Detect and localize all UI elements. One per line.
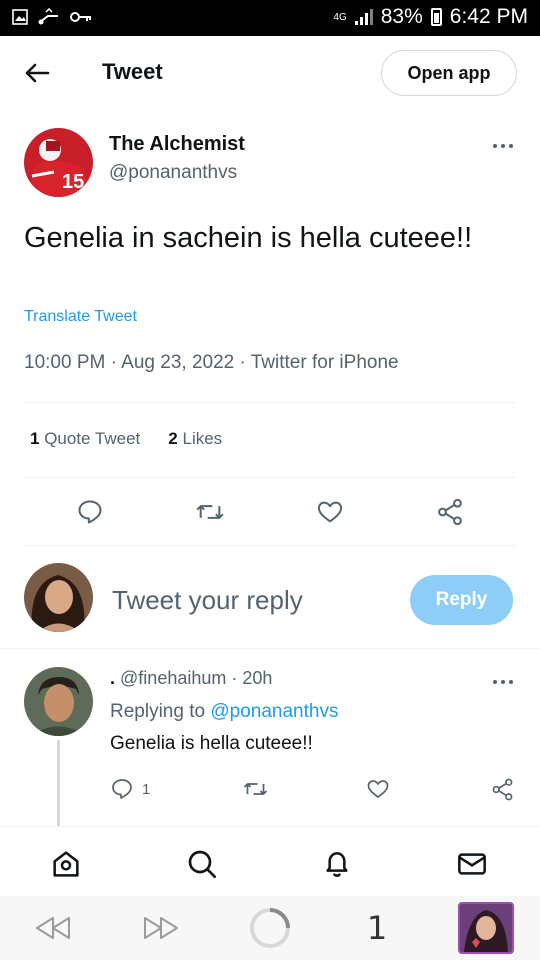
more-dot bbox=[509, 680, 513, 684]
signal-icon bbox=[354, 9, 373, 25]
reply-input[interactable]: Tweet your reply bbox=[112, 585, 303, 616]
loading-spinner-icon bbox=[250, 908, 290, 948]
tweet-action-bar bbox=[0, 494, 540, 530]
reply-icon bbox=[78, 500, 102, 524]
quote-tweets-link[interactable]: 1 Quote Tweet bbox=[30, 429, 140, 449]
reply-more-button[interactable] bbox=[488, 675, 518, 689]
browser-tabs-button[interactable]: 1 bbox=[360, 908, 394, 948]
browser-reload-button[interactable] bbox=[248, 908, 292, 948]
gallery-notification-icon bbox=[12, 9, 28, 25]
status-bar: 4G 83% 6:42 PM bbox=[0, 0, 540, 36]
quote-label: Quote Tweet bbox=[44, 429, 141, 448]
nav-explore[interactable] bbox=[185, 847, 219, 881]
divider bbox=[24, 545, 516, 546]
author-handle[interactable]: @ponananthvs bbox=[109, 162, 237, 184]
divider bbox=[24, 402, 516, 403]
key-notification-icon bbox=[70, 12, 91, 22]
battery-icon bbox=[430, 8, 442, 26]
author-name[interactable]: The Alchemist bbox=[109, 133, 245, 156]
bottom-nav bbox=[0, 826, 540, 896]
share-action[interactable] bbox=[432, 494, 468, 530]
rewind-icon bbox=[36, 917, 70, 939]
reply-author-line[interactable]: . @finehaihum · 20h bbox=[110, 668, 272, 689]
reply-button[interactable]: Reply bbox=[410, 575, 513, 625]
clock: 6:42 PM bbox=[449, 5, 528, 28]
network-type: 4G bbox=[333, 11, 347, 23]
retweet-icon bbox=[196, 505, 224, 519]
tweet-text: Genelia in sachein is hella cuteee!! bbox=[24, 222, 473, 254]
likes-label: Likes bbox=[182, 429, 223, 448]
tweet-stats: 1 Quote Tweet 2 Likes bbox=[30, 429, 222, 449]
divider bbox=[0, 648, 540, 649]
back-arrow-icon bbox=[25, 63, 50, 83]
reply-like-action[interactable] bbox=[366, 775, 390, 803]
profile-thumbnail-icon bbox=[458, 902, 514, 954]
replying-prefix: Replying to bbox=[110, 701, 206, 722]
tab-count: 1 bbox=[366, 909, 388, 947]
reply-author-avatar[interactable] bbox=[24, 667, 93, 736]
nav-home[interactable] bbox=[49, 847, 83, 881]
replying-to-handle[interactable]: @ponananthvs bbox=[210, 701, 338, 722]
author-avatar[interactable]: 15 bbox=[24, 128, 93, 197]
likes-link[interactable]: 2 Likes bbox=[168, 429, 222, 449]
nav-notifications[interactable] bbox=[320, 847, 354, 881]
more-dot bbox=[501, 680, 505, 684]
search-icon bbox=[188, 850, 216, 878]
more-dot bbox=[509, 144, 513, 148]
retweet-icon bbox=[243, 783, 268, 795]
retweet-action[interactable] bbox=[192, 494, 228, 530]
more-dot bbox=[493, 144, 497, 148]
open-app-button[interactable]: Open app bbox=[381, 50, 517, 96]
status-left-icons bbox=[12, 8, 92, 26]
likes-count: 2 bbox=[168, 429, 178, 448]
reply-reply-action[interactable]: 1 bbox=[110, 775, 150, 803]
home-icon bbox=[53, 851, 79, 877]
back-button[interactable] bbox=[20, 56, 54, 90]
status-right: 4G 83% 6:42 PM bbox=[333, 5, 528, 29]
fast-forward-icon bbox=[144, 917, 178, 939]
heart-icon bbox=[367, 780, 389, 798]
bell-icon bbox=[326, 852, 348, 877]
share-icon bbox=[492, 778, 513, 800]
heart-icon bbox=[317, 501, 343, 523]
tweet-meta: 10:00 PM · Aug 23, 2022 · Twitter for iP… bbox=[24, 352, 399, 373]
reply-share-action[interactable] bbox=[490, 775, 515, 803]
user-avatar[interactable] bbox=[24, 563, 93, 632]
browser-forward-button[interactable] bbox=[141, 908, 181, 948]
share-icon bbox=[438, 498, 462, 526]
browser-back-button[interactable] bbox=[33, 908, 73, 948]
battery-percent: 83% bbox=[380, 5, 423, 28]
usb-notification-icon bbox=[38, 8, 58, 25]
reply-handle-time: @finehaihum · 20h bbox=[120, 668, 273, 688]
like-action[interactable] bbox=[312, 494, 348, 530]
divider bbox=[24, 477, 516, 478]
tweet-more-button[interactable] bbox=[488, 139, 518, 153]
reply-text: Genelia is hella cuteee!! bbox=[110, 733, 313, 754]
reply-action[interactable] bbox=[72, 494, 108, 530]
reply-retweet-action[interactable] bbox=[242, 775, 269, 803]
nav-messages[interactable] bbox=[455, 847, 489, 881]
quote-count: 1 bbox=[30, 429, 40, 448]
reply-author-name: . bbox=[110, 668, 116, 688]
more-dot bbox=[493, 680, 497, 684]
svg-text:15: 15 bbox=[62, 171, 84, 193]
translate-tweet-link[interactable]: Translate Tweet bbox=[24, 308, 137, 326]
reply-action-bar: 1 bbox=[0, 775, 540, 805]
top-bar: Tweet Open app bbox=[0, 36, 540, 110]
more-dot bbox=[501, 144, 505, 148]
replying-to: Replying to @ponananthvs bbox=[110, 701, 338, 723]
page-title: Tweet bbox=[102, 59, 163, 84]
browser-toolbar: 1 bbox=[0, 896, 540, 960]
reply-count: 1 bbox=[142, 780, 151, 798]
browser-profile-button[interactable] bbox=[458, 902, 514, 954]
reply-icon bbox=[112, 779, 132, 799]
mail-icon bbox=[458, 853, 486, 875]
